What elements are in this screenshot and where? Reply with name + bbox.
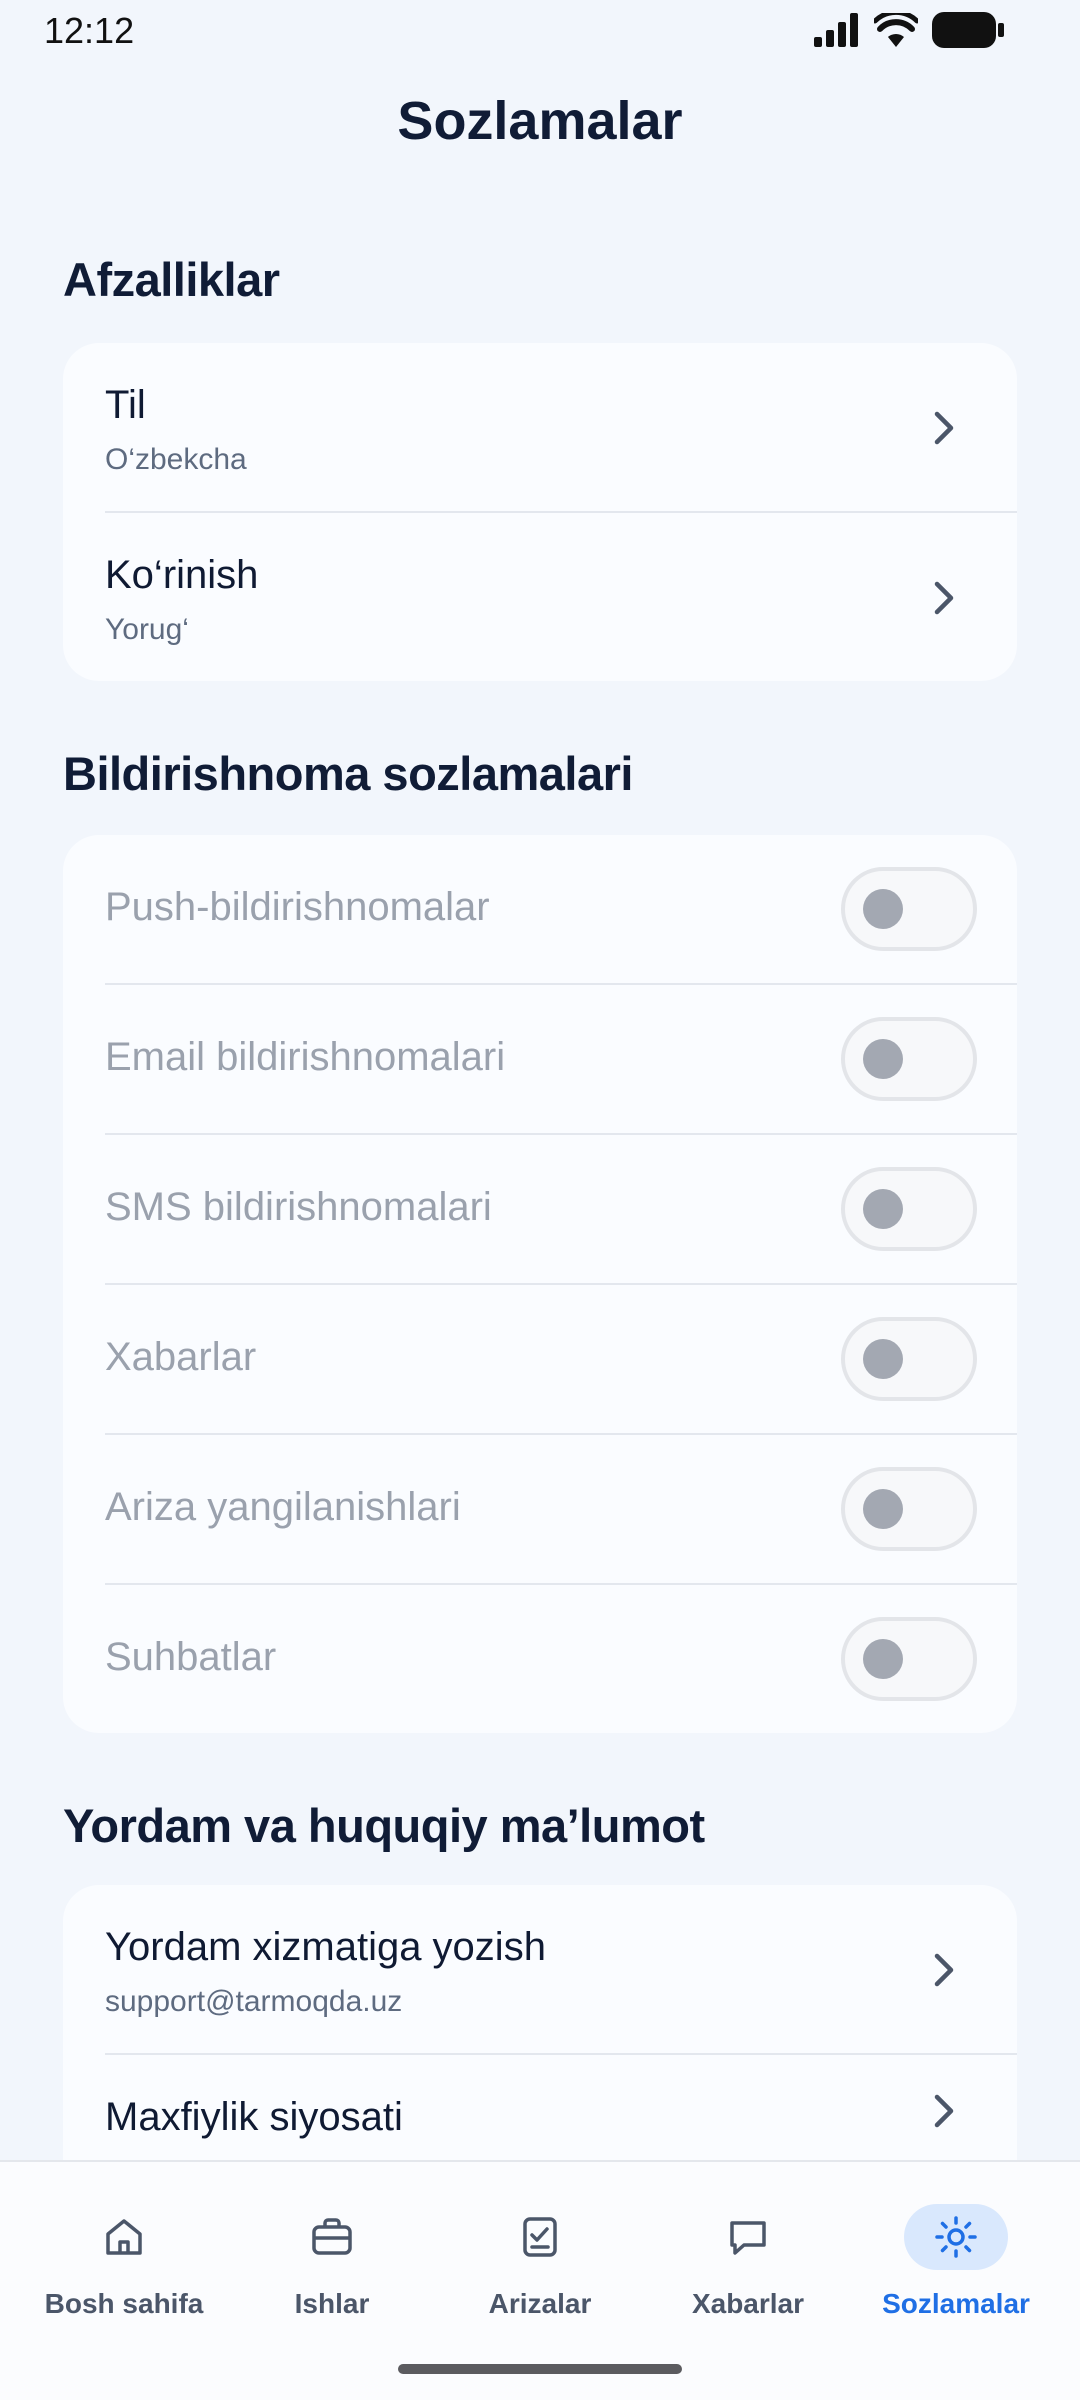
notif-label-applications: Ariza yangilanishlari	[105, 1485, 461, 1529]
tab-messages[interactable]: Xabarlar	[640, 2192, 856, 2342]
messages-toggle[interactable]	[841, 1317, 977, 1401]
toggle-knob	[863, 1189, 903, 1229]
clipboard-check-icon	[488, 2204, 592, 2270]
notif-row-chats: Suhbatlar	[63, 1585, 1017, 1733]
language-value: O‘zbekcha	[105, 443, 247, 476]
toggle-knob	[863, 1039, 903, 1079]
status-bar: 12:12	[0, 0, 1080, 60]
notif-row-messages: Xabarlar	[63, 1285, 1017, 1435]
tab-settings[interactable]: Sozlamalar	[848, 2192, 1064, 2342]
chevron-right-icon	[934, 1953, 954, 1987]
applications-toggle[interactable]	[841, 1467, 977, 1551]
privacy-policy-row[interactable]: Maxfiylik siyosati	[63, 2055, 1017, 2175]
chevron-right-icon	[934, 411, 954, 445]
tab-jobs[interactable]: Ishlar	[224, 2192, 440, 2342]
wifi-icon	[874, 13, 918, 47]
notif-row-push: Push-bildirishnomalar	[63, 835, 1017, 985]
notif-label-push: Push-bildirishnomalar	[105, 885, 490, 929]
support-email: support@tarmoqda.uz	[105, 1985, 403, 2018]
section-title-preferences: Afzalliklar	[63, 253, 280, 306]
chat-bubble-icon	[696, 2204, 800, 2270]
tab-label-settings: Sozlamalar	[882, 2288, 1030, 2319]
support-contact-title: Yordam xizmatiga yozish	[105, 1925, 546, 1969]
tab-label-messages: Xabarlar	[691, 2288, 805, 2319]
tab-label-jobs: Ishlar	[294, 2288, 370, 2319]
preferences-card: Til O‘zbekcha Ko‘rinish Yorug‘	[63, 343, 1017, 681]
tab-label-home: Bosh sahifa	[44, 2288, 204, 2319]
notif-label-chats: Suhbatlar	[105, 1635, 277, 1679]
support-card: Yordam xizmatiga yozish support@tarmoqda…	[63, 1885, 1017, 2175]
home-icon	[72, 2204, 176, 2270]
section-title-support: Yordam va huquqiy ma’lumot	[63, 1799, 705, 1852]
chats-toggle[interactable]	[841, 1617, 977, 1701]
appearance-row[interactable]: Ko‘rinish Yorug‘	[63, 513, 1017, 681]
page-title: Sozlamalar	[397, 91, 683, 151]
toggle-knob	[863, 889, 903, 929]
chevron-right-icon	[934, 2094, 954, 2128]
home-indicator	[398, 2364, 682, 2374]
notif-label-sms: SMS bildirishnomalari	[105, 1185, 492, 1229]
sms-toggle[interactable]	[841, 1167, 977, 1251]
email-toggle[interactable]	[841, 1017, 977, 1101]
support-contact-row[interactable]: Yordam xizmatiga yozish support@tarmoqda…	[63, 1885, 1017, 2055]
appearance-value: Yorug‘	[105, 613, 189, 646]
notif-row-email: Email bildirishnomalari	[63, 985, 1017, 1135]
language-row[interactable]: Til O‘zbekcha	[63, 343, 1017, 513]
tab-applications[interactable]: Arizalar	[432, 2192, 648, 2342]
notif-label-messages: Xabarlar	[105, 1335, 257, 1379]
toggle-knob	[863, 1489, 903, 1529]
status-icons	[814, 12, 1004, 48]
section-title-notifications: Bildirishnoma sozlamalari	[63, 747, 633, 800]
status-time: 12:12	[44, 10, 135, 51]
notif-row-sms: SMS bildirishnomalari	[63, 1135, 1017, 1285]
notif-label-email: Email bildirishnomalari	[105, 1035, 506, 1079]
battery-icon	[932, 12, 1004, 48]
push-toggle[interactable]	[841, 867, 977, 951]
toggle-knob	[863, 1639, 903, 1679]
signal-icon	[814, 13, 858, 47]
toggle-knob	[863, 1339, 903, 1379]
tab-label-applications: Arizalar	[488, 2288, 592, 2319]
tab-home[interactable]: Bosh sahifa	[16, 2192, 232, 2342]
sun-gear-icon	[904, 2204, 1008, 2270]
chevron-right-icon	[934, 581, 954, 615]
privacy-policy-title: Maxfiylik siyosati	[105, 2095, 403, 2139]
briefcase-icon	[280, 2204, 384, 2270]
language-title: Til	[105, 383, 146, 427]
notifications-card: Push-bildirishnomalar Email bildirishnom…	[63, 835, 1017, 1733]
appearance-title: Ko‘rinish	[105, 553, 259, 597]
notif-row-applications: Ariza yangilanishlari	[63, 1435, 1017, 1585]
